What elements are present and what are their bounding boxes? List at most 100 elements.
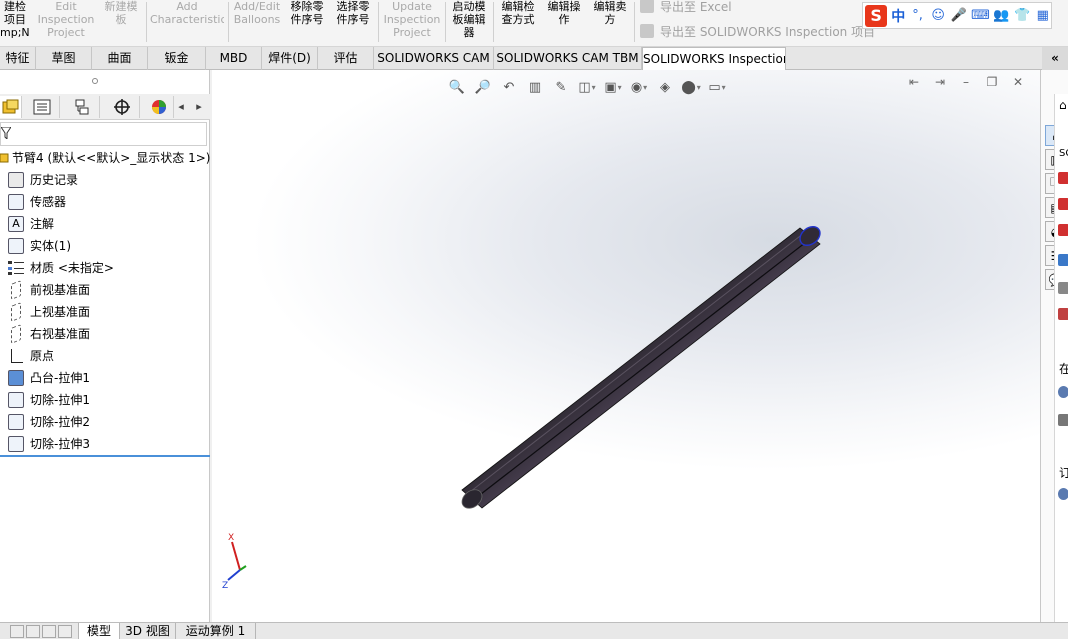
tree-item-top-plane[interactable]: 上视基准面 — [8, 302, 90, 322]
hide-show-items-icon[interactable]: ◉ ▾ — [628, 77, 650, 97]
resource-link-icon[interactable] — [1058, 308, 1068, 320]
tab-features[interactable]: 特征 — [0, 47, 36, 70]
part-model[interactable] — [452, 220, 832, 520]
restore-icon[interactable]: ❐ — [984, 74, 1000, 90]
tree-item-material[interactable]: 材质 <未指定> — [8, 258, 114, 278]
prev-tab-nav-button[interactable] — [26, 625, 40, 638]
previous-view-icon[interactable]: ↶ — [498, 77, 520, 97]
next-tab-nav-button[interactable] — [42, 625, 56, 638]
dimxpert-manager-tab[interactable] — [104, 96, 140, 118]
property-manager-tab[interactable] — [24, 96, 60, 118]
apply-scene-icon[interactable]: ⬤ ▾ — [680, 77, 702, 97]
tab-3d-views[interactable]: 3D 视图 — [120, 623, 176, 639]
tree-item-cut-extrude3[interactable]: 切除-拉伸3 — [8, 434, 90, 454]
edit-inspection-project-button[interactable]: Edit Inspection Project — [34, 0, 98, 44]
tree-item-sensors[interactable]: 传感器 — [8, 192, 66, 212]
add-edit-balloons-button[interactable]: Add/Edit Balloons — [231, 0, 283, 44]
tree-item-cut-extrude1[interactable]: 切除-拉伸1 — [8, 390, 90, 410]
tab-weldments[interactable]: 焊件(D) — [262, 47, 318, 70]
edit-inspection-method-button[interactable]: 编辑检 查方式 — [496, 0, 540, 44]
scroll-tabs-right-button[interactable]: ▸ — [192, 98, 206, 116]
feature-filter-input[interactable] — [0, 122, 207, 146]
tree-item-origin[interactable]: 原点 — [8, 346, 54, 366]
tree-item-cut-extrude2[interactable]: 切除-拉伸2 — [8, 412, 90, 432]
user-icon[interactable]: 👥 — [993, 8, 1010, 23]
first-tab-nav-button[interactable] — [10, 625, 24, 638]
resource-link-icon[interactable] — [1058, 172, 1068, 184]
tree-item-label: 切除-拉伸1 — [30, 393, 90, 407]
tree-item-front-plane[interactable]: 前视基准面 — [8, 280, 90, 300]
launch-template-editor-button[interactable]: 启动模 板编辑 器 — [448, 0, 490, 44]
ime-logo[interactable]: S — [865, 4, 888, 27]
resource-link-icon[interactable] — [1058, 386, 1068, 398]
ime-mode-toggle[interactable]: 中 — [891, 6, 905, 26]
close-icon[interactable]: ✕ — [1010, 74, 1026, 90]
tab-sketch[interactable]: 草图 — [36, 47, 92, 70]
tree-item-history[interactable]: 历史记录 — [8, 170, 78, 190]
tree-item-label: 凸台-拉伸1 — [30, 371, 90, 385]
new-inspection-project-button[interactable]: 建检 项目 mp;N) — [0, 0, 30, 44]
tab-sheet-metal[interactable]: 钣金 — [148, 47, 206, 70]
tree-item-solid-bodies[interactable]: 实体(1) — [8, 236, 71, 256]
zoom-to-area-icon[interactable]: 🔎 — [472, 77, 494, 97]
dynamic-annotation-icon[interactable]: ✎ — [550, 77, 572, 97]
resource-link-icon[interactable] — [1058, 198, 1068, 210]
ime-toolbar: S 中 °, ☺ 🎤 ⌨ 👥 👕 ▦ — [862, 2, 1052, 29]
edit-operations-button[interactable]: 编辑操 作 — [543, 0, 585, 44]
new-template-button[interactable]: 新建模 板 — [100, 0, 142, 44]
edit-appearance-icon[interactable]: ◈ — [654, 77, 676, 97]
tab-model[interactable]: 模型 — [78, 623, 120, 639]
tab-solidworks-inspection[interactable]: SOLIDWORKS Inspection — [642, 47, 786, 71]
tab-evaluate[interactable]: 评估 — [318, 47, 374, 70]
tile-right-icon[interactable]: ⇥ — [932, 74, 948, 90]
configuration-manager-tab[interactable] — [64, 96, 100, 118]
rollback-bar[interactable] — [0, 455, 210, 457]
ribbon-separator — [146, 2, 147, 42]
microphone-icon[interactable]: 🎤 — [950, 8, 967, 23]
edit-vendors-button[interactable]: 编辑卖 方 — [589, 0, 631, 44]
resource-link-icon[interactable] — [1058, 224, 1068, 236]
task-pane-home-icon[interactable]: ⌂ — [1059, 98, 1067, 112]
update-inspection-project-button[interactable]: Update Inspection Project — [381, 0, 443, 44]
tab-motion-study[interactable]: 运动算例 1 — [176, 623, 256, 639]
remove-balloons-button[interactable]: 移除零 件序号 — [286, 0, 328, 44]
resource-link-icon[interactable] — [1058, 488, 1068, 500]
display-manager-tab[interactable] — [144, 96, 174, 118]
tab-solidworks-cam[interactable]: SOLIDWORKS CAM — [374, 47, 494, 70]
add-characteristic-button[interactable]: Add Characteristic — [150, 0, 224, 44]
resource-link-icon[interactable] — [1058, 254, 1068, 266]
view-settings-icon[interactable]: ▭ ▾ — [706, 77, 728, 97]
view-orientation-icon[interactable]: ◫ ▾ — [576, 77, 598, 97]
tab-solidworks-cam-tbm[interactable]: SOLIDWORKS CAM TBM — [494, 47, 642, 70]
section-view-icon[interactable]: ▥ — [524, 77, 546, 97]
last-tab-nav-button[interactable] — [58, 625, 72, 638]
export-excel-button[interactable]: 导出至 Excel — [640, 0, 732, 15]
ribbon-separator — [493, 2, 494, 42]
scroll-tabs-left-button[interactable]: ◂ — [174, 98, 188, 116]
keyboard-icon[interactable]: ⌨ — [971, 8, 990, 23]
resource-link-icon[interactable] — [1058, 282, 1068, 294]
skin-icon[interactable]: 👕 — [1014, 8, 1031, 23]
collapse-taskpane-button[interactable]: « — [1042, 47, 1068, 70]
zoom-to-fit-icon[interactable]: 🔍 — [446, 77, 468, 97]
tile-left-icon[interactable]: ⇤ — [906, 74, 922, 90]
minimize-icon[interactable]: – — [958, 74, 974, 90]
panel-splitter-handle[interactable] — [92, 78, 98, 84]
tab-surfaces[interactable]: 曲面 — [92, 47, 148, 70]
export-project-button[interactable]: 导出至 SOLIDWORKS Inspection 项目 — [640, 22, 875, 40]
tree-item-right-plane[interactable]: 右视基准面 — [8, 324, 90, 344]
tree-item-boss-extrude1[interactable]: 凸台-拉伸1 — [8, 368, 90, 388]
select-balloons-button[interactable]: 选择零 件序号 — [332, 0, 374, 44]
export-project-label: 导出至 SOLIDWORKS Inspection 项目 — [660, 24, 876, 39]
toolbox-icon[interactable]: ▦ — [1034, 8, 1051, 23]
feature-manager-tab[interactable] — [0, 96, 22, 118]
graphics-area[interactable]: 🔍 🔎 ↶ ▥ ✎ ◫ ▾ ▣ ▾ ◉ ▾ ◈ ⬤ ▾ ▭ ▾ ⇤ ⇥ – ❐ ✕ — [212, 70, 1040, 622]
tree-root-part[interactable]: 节臂4 (默认<<默认>_显示状态 1>) — [0, 148, 210, 168]
tree-item-annotations[interactable]: A 注解 — [8, 214, 54, 234]
tab-mbd[interactable]: MBD — [206, 47, 262, 70]
emoji-icon[interactable]: ☺ — [930, 8, 947, 23]
resource-link-icon[interactable] — [1058, 414, 1068, 426]
ribbon-separator — [378, 2, 379, 42]
display-style-icon[interactable]: ▣ ▾ — [602, 77, 624, 97]
ime-punctuation-toggle[interactable]: °, — [909, 8, 926, 23]
